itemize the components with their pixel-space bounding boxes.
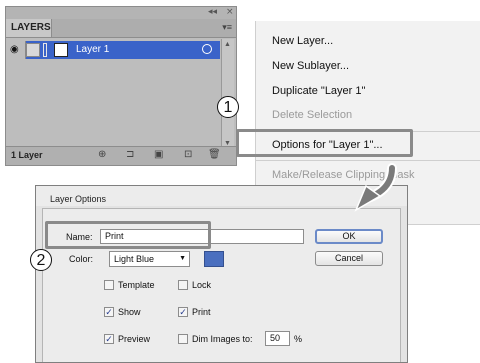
tab-row: LAYERS ▾≡ [6, 19, 236, 38]
chevron-down-icon: ▼ [179, 255, 186, 262]
target-icon[interactable] [202, 44, 212, 54]
menu-item-new-layer[interactable]: New Layer... [272, 35, 333, 47]
template-checkbox[interactable] [104, 280, 114, 290]
new-layer-icon[interactable]: ⊡ [184, 149, 192, 160]
print-label: Print [192, 307, 211, 317]
template-label: Template [118, 280, 155, 290]
panel-scrollbar[interactable]: ▲ ▼ [221, 39, 234, 149]
menu-item-duplicate[interactable]: Duplicate "Layer 1" [272, 85, 365, 97]
scroll-up-icon[interactable]: ▲ [224, 41, 231, 48]
menu-item-delete-selection[interactable]: Delete Selection [272, 109, 352, 121]
close-icon[interactable]: × [226, 7, 234, 17]
print-checkbox[interactable]: ✓ [178, 307, 188, 317]
callout-1: 1 [217, 96, 239, 118]
lock-toggle[interactable] [26, 43, 40, 57]
locate-object-icon[interactable]: ⊕ [98, 149, 106, 160]
show-label: Show [118, 307, 141, 317]
color-select-value: Light Blue [114, 254, 155, 264]
cancel-button[interactable]: Cancel [315, 251, 383, 266]
callout-2: 2 [30, 249, 52, 271]
layer-name[interactable]: Layer 1 [76, 44, 109, 55]
menu-item-new-sublayer[interactable]: New Sublayer... [272, 60, 349, 72]
dialog-titlebar[interactable]: Layer Options [36, 186, 407, 206]
dim-value-input[interactable]: 50 [265, 331, 290, 346]
preview-label: Preview [118, 334, 151, 344]
panel-footer: 1 Layer ⊕ ⊐ ▣ ⊡ 🗑 [6, 146, 236, 165]
dialog-title: Layer Options [50, 194, 107, 204]
layer-count: 1 Layer [11, 150, 43, 160]
color-select[interactable]: Light Blue ▼ [109, 251, 190, 267]
layer-thumbnail [54, 43, 68, 57]
lock-label: Lock [192, 280, 212, 290]
lock-checkbox[interactable] [178, 280, 188, 290]
preview-checkbox[interactable]: ✓ [104, 334, 114, 344]
layer-row[interactable]: ◉ Layer 1 [8, 41, 220, 59]
options-highlight-frame [236, 129, 413, 157]
trash-icon[interactable]: 🗑 [208, 149, 221, 160]
tab-layers[interactable]: LAYERS [6, 19, 52, 37]
percent-label: % [294, 334, 303, 344]
panel-topbar: ◂◂ × [6, 7, 236, 19]
dim-images-label: Dim Images to: [192, 334, 253, 344]
panel-menu-icon[interactable]: ▾≡ [222, 22, 232, 33]
make-clipping-mask-icon[interactable]: ⊐ [126, 149, 134, 160]
dim-images-checkbox[interactable] [178, 334, 188, 344]
name-highlight-frame [45, 221, 211, 249]
color-label: Color: [69, 254, 94, 264]
collapse-icon[interactable]: ◂◂ [208, 7, 217, 17]
menu-separator [256, 160, 480, 161]
eye-icon: ◉ [10, 44, 19, 55]
visibility-toggle[interactable]: ◉ [8, 41, 26, 59]
show-checkbox[interactable]: ✓ [104, 307, 114, 317]
new-sublayer-icon[interactable]: ▣ [154, 149, 163, 160]
ok-button[interactable]: OK [315, 229, 383, 244]
color-swatch[interactable] [204, 251, 224, 267]
layer-color-bar [43, 43, 47, 57]
menu-item-make-release-clipping-mask[interactable]: Make/Release Clipping Mask [272, 169, 414, 181]
layers-panel: ◂◂ × LAYERS ▾≡ ◉ Layer 1 ▲ ▼ 1 Layer ⊕ ⊐… [5, 6, 237, 166]
